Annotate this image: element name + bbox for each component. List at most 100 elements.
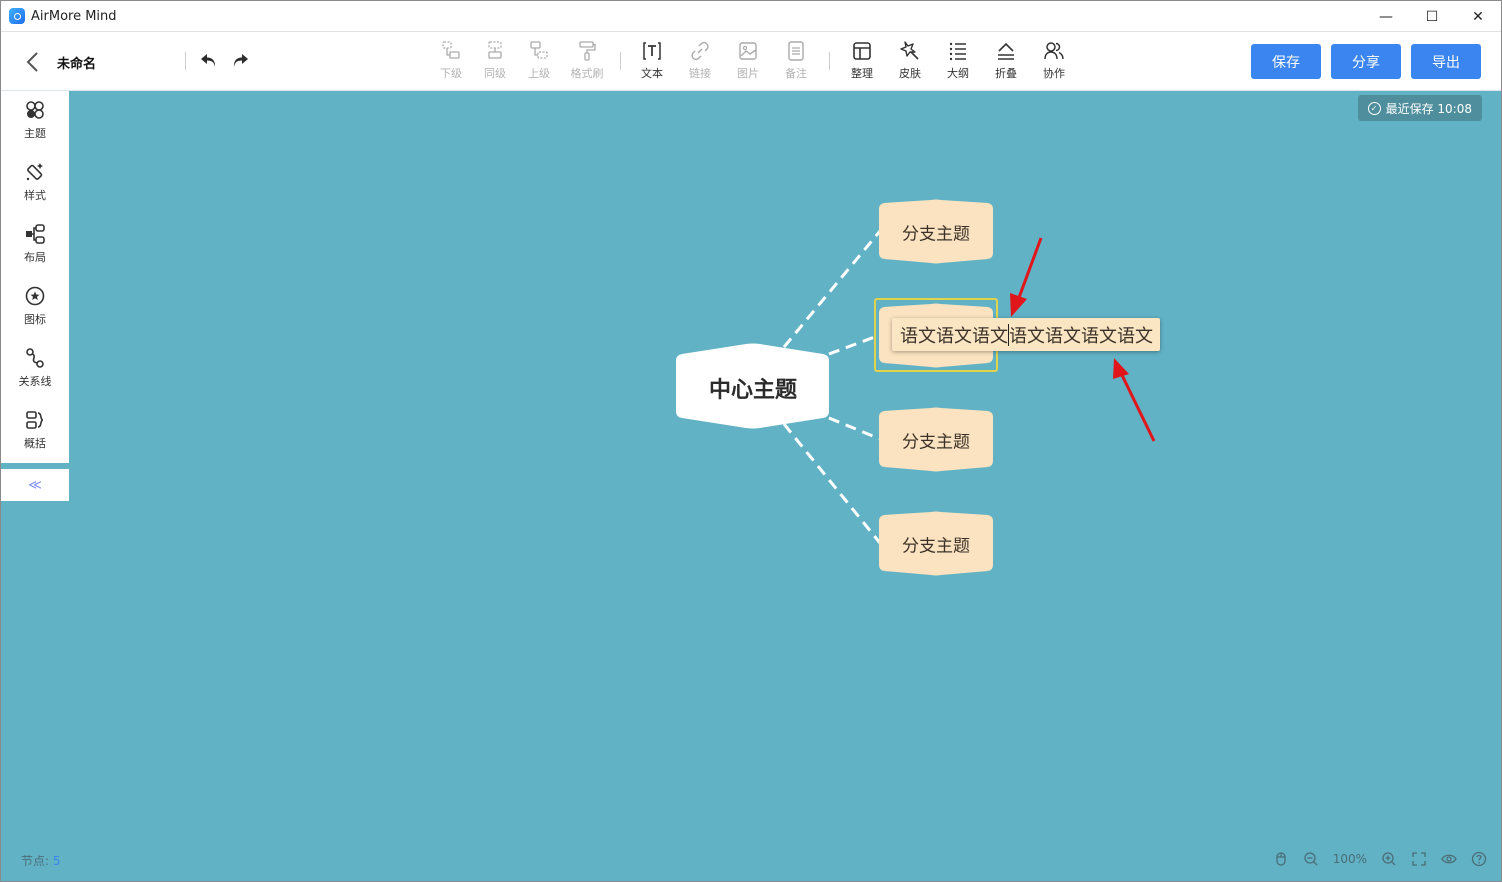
save-status-badge: ✓ 最近保存 10:08 bbox=[1357, 95, 1482, 121]
undo-icon bbox=[201, 54, 216, 67]
toolbar: 未命名 下级 同级 上级 格式刷 文本 链接 图片 备注 整理 皮肤 大纲 折叠… bbox=[1, 32, 1501, 91]
arrange-icon bbox=[853, 42, 871, 60]
fit-screen-icon[interactable] bbox=[1411, 851, 1427, 867]
document-name[interactable]: 未命名 bbox=[57, 53, 96, 72]
branch-topic[interactable]: 分支主题 bbox=[902, 428, 970, 453]
export-button[interactable]: 导出 bbox=[1411, 44, 1481, 79]
tool-label: 下级 bbox=[440, 67, 462, 80]
outline-icon bbox=[949, 42, 966, 61]
tool-label: 备注 bbox=[785, 67, 807, 80]
sidebar-item-sticker[interactable]: 图标 bbox=[1, 277, 69, 337]
skin-icon bbox=[900, 41, 919, 60]
sidebar-item-relation[interactable]: 关系线 bbox=[1, 339, 69, 399]
divider bbox=[829, 52, 830, 70]
annotation-arrow bbox=[1119, 372, 1156, 442]
connection-line bbox=[828, 416, 881, 441]
connection-line bbox=[828, 333, 881, 356]
image-icon bbox=[739, 42, 757, 60]
tool-skin[interactable]: 皮肤 bbox=[888, 40, 932, 81]
node-count-label: 节点: bbox=[21, 854, 50, 868]
note-icon bbox=[788, 41, 804, 61]
tool-label: 整理 bbox=[851, 67, 873, 80]
save-status-text: 最近保存 10:08 bbox=[1385, 101, 1472, 116]
share-button[interactable]: 分享 bbox=[1331, 44, 1401, 79]
tool-label: 皮肤 bbox=[899, 67, 921, 80]
collaborate-icon bbox=[1044, 42, 1064, 60]
tool-add-parent[interactable]: 上级 bbox=[517, 40, 561, 81]
close-button[interactable]: ✕ bbox=[1455, 1, 1501, 32]
tool-text[interactable]: 文本 bbox=[630, 40, 674, 81]
window-controls: — ☐ ✕ bbox=[1363, 1, 1501, 32]
annotation-arrow bbox=[1015, 237, 1043, 304]
tool-label: 同级 bbox=[484, 67, 506, 80]
collapse-panel-button[interactable]: ≪ bbox=[1, 469, 69, 501]
sidebar-item-summary[interactable]: 概括 bbox=[1, 401, 69, 461]
app-window: AirMore Mind — ☐ ✕ 未命名 下级 同级 上级 格式刷 文本 链… bbox=[0, 0, 1502, 882]
divider bbox=[185, 52, 186, 70]
tool-collapse[interactable]: 折叠 bbox=[984, 40, 1028, 81]
tool-label: 大纲 bbox=[947, 67, 969, 80]
tool-add-child[interactable]: 下级 bbox=[429, 40, 473, 81]
style-icon bbox=[26, 163, 43, 181]
zoom-level: 100% bbox=[1332, 852, 1367, 866]
node-count-value: 5 bbox=[52, 854, 61, 868]
sidebar-item-style[interactable]: 样式 bbox=[1, 153, 69, 213]
collapse-icon bbox=[998, 42, 1014, 60]
check-circle-icon: ✓ bbox=[1367, 101, 1381, 115]
app-title: AirMore Mind bbox=[31, 8, 117, 24]
minimize-button[interactable]: — bbox=[1363, 1, 1409, 32]
tool-label: 协作 bbox=[1043, 67, 1065, 80]
tool-label: 链接 bbox=[689, 67, 711, 80]
redo-button[interactable] bbox=[229, 50, 251, 72]
annotation-arrowhead bbox=[1113, 358, 1129, 379]
sidebar-item-theme[interactable]: 主题 bbox=[1, 91, 69, 151]
summary-icon bbox=[26, 411, 44, 429]
sidebar-item-label: 布局 bbox=[24, 251, 46, 264]
tool-link[interactable]: 链接 bbox=[678, 40, 722, 81]
sidebar-item-label: 样式 bbox=[24, 189, 46, 202]
mindmap-canvas[interactable]: 中心主题 分支主题 分支主题 分支主题 语文语文语文 语文语文语文语文 ✓ 最近保… bbox=[1, 91, 1501, 881]
sticker-icon bbox=[25, 286, 45, 306]
tool-add-sibling[interactable]: 同级 bbox=[473, 40, 517, 81]
tool-label: 格式刷 bbox=[570, 67, 604, 80]
center-topic[interactable]: 中心主题 bbox=[709, 372, 797, 404]
tool-label: 图片 bbox=[737, 67, 759, 80]
connection-line bbox=[782, 423, 882, 544]
connection-line bbox=[782, 230, 882, 348]
annotation-arrowhead bbox=[1010, 293, 1027, 317]
app-logo-icon bbox=[9, 8, 25, 24]
undo-button[interactable] bbox=[198, 50, 220, 72]
tool-outline[interactable]: 大纲 bbox=[936, 40, 980, 81]
zoom-in-icon[interactable] bbox=[1381, 851, 1397, 867]
redo-icon bbox=[233, 54, 248, 67]
tool-note[interactable]: 备注 bbox=[774, 40, 818, 81]
zoom-out-icon[interactable] bbox=[1303, 851, 1319, 867]
sidebar-item-layout[interactable]: 布局 bbox=[1, 215, 69, 275]
tool-arrange[interactable]: 整理 bbox=[840, 40, 884, 81]
link-icon bbox=[691, 41, 709, 61]
branch-topic[interactable]: 分支主题 bbox=[902, 220, 970, 245]
help-icon[interactable] bbox=[1471, 851, 1487, 867]
sidebar-item-label: 图标 bbox=[24, 313, 46, 326]
tool-label: 上级 bbox=[528, 67, 550, 80]
tool-image[interactable]: 图片 bbox=[726, 40, 770, 81]
sidebar-item-label: 主题 bbox=[24, 127, 46, 140]
add-sibling-icon bbox=[488, 41, 502, 59]
text-icon bbox=[643, 42, 661, 60]
topic-text-editor[interactable]: 语文语文语文 语文语文语文语文 bbox=[892, 318, 1160, 351]
editor-text-after-caret: 语文语文语文语文 bbox=[1009, 325, 1153, 347]
relation-icon bbox=[26, 348, 44, 368]
eye-icon[interactable] bbox=[1441, 851, 1457, 867]
layout-icon bbox=[26, 224, 45, 244]
view-controls: 100% bbox=[1273, 851, 1487, 867]
tool-collaborate[interactable]: 协作 bbox=[1032, 40, 1076, 81]
maximize-button[interactable]: ☐ bbox=[1409, 1, 1455, 32]
chevron-left-icon bbox=[26, 52, 38, 72]
mouse-icon[interactable] bbox=[1273, 851, 1289, 867]
tool-format-painter[interactable]: 格式刷 bbox=[565, 40, 609, 81]
branch-topic[interactable]: 分支主题 bbox=[902, 532, 970, 557]
back-button[interactable] bbox=[23, 50, 43, 74]
editor-text-before-caret: 语文语文语文 bbox=[900, 325, 1008, 347]
save-button[interactable]: 保存 bbox=[1251, 44, 1321, 79]
divider bbox=[620, 52, 621, 70]
